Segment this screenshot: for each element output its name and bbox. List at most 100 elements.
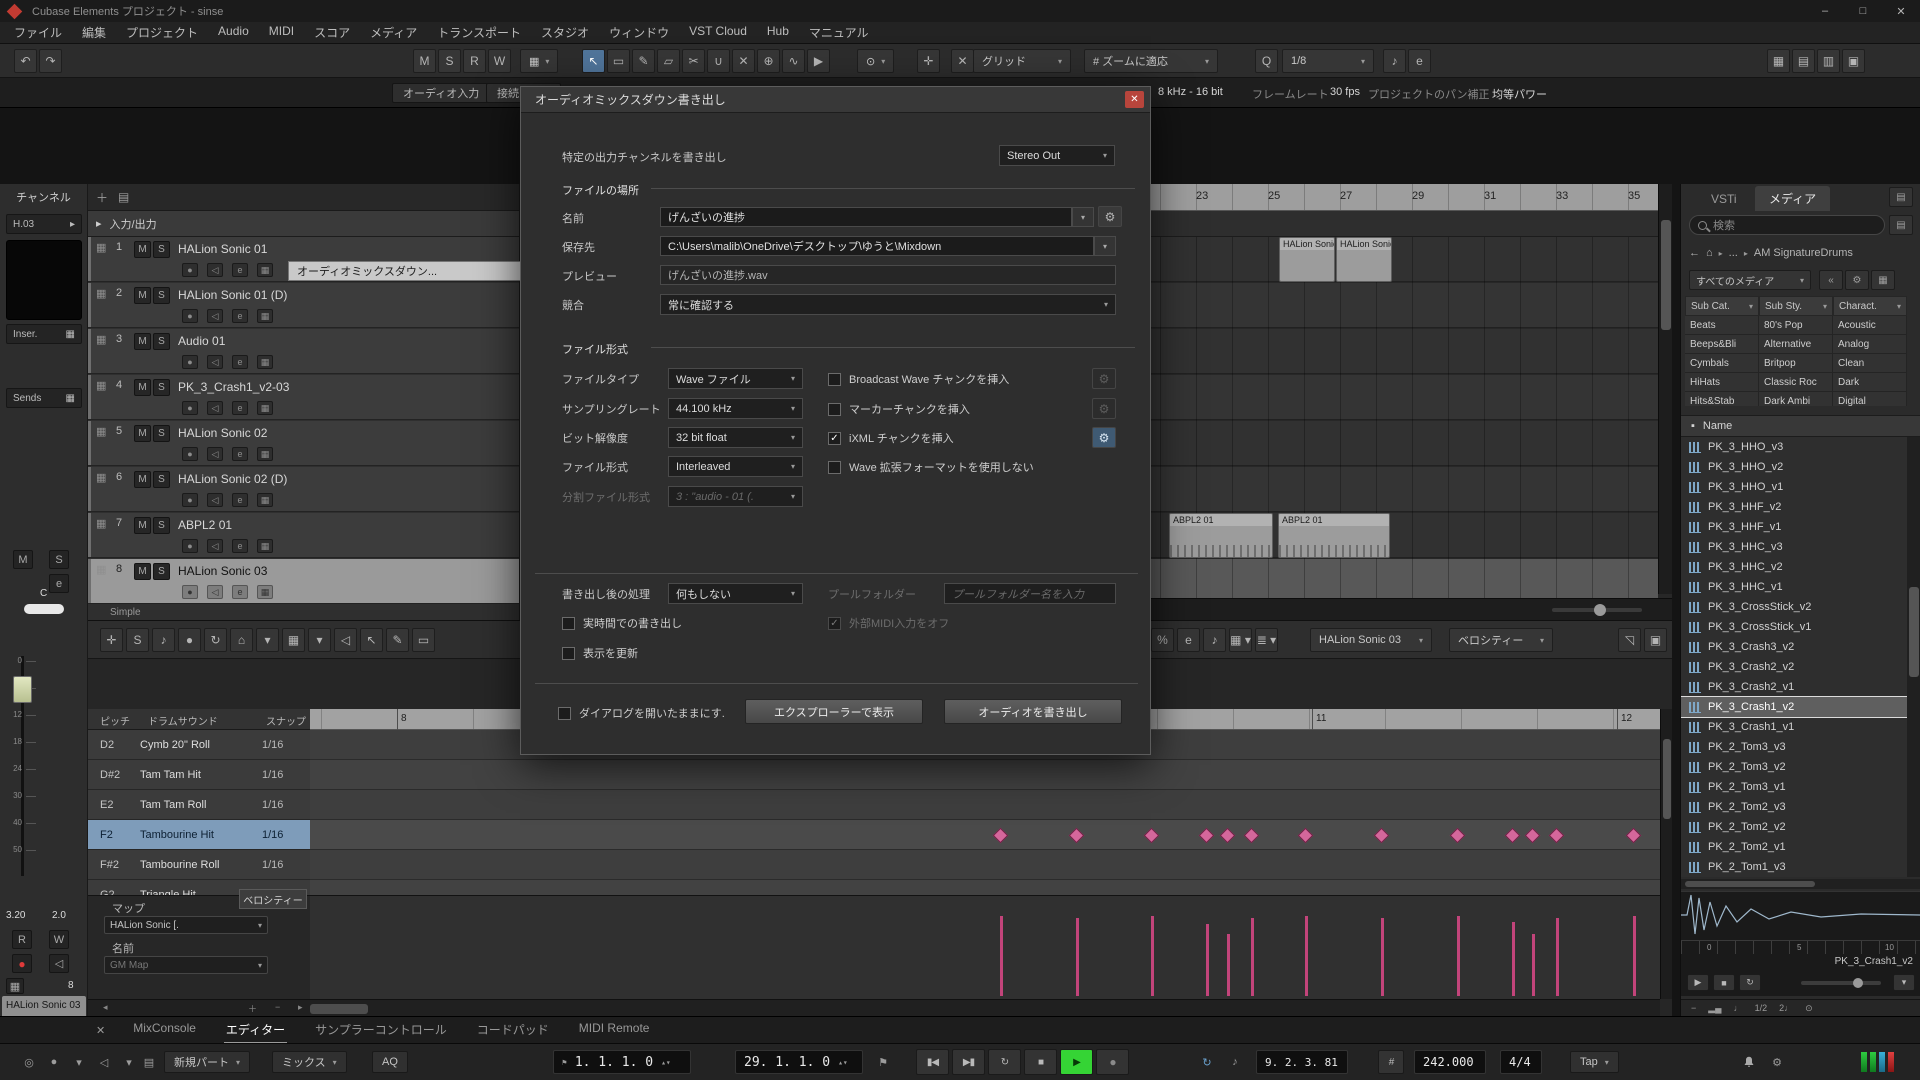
file-list-scrollbar[interactable] [1907,437,1920,877]
edit-channel-button[interactable]: e [232,493,248,507]
lanes-dropdown-icon[interactable]: ≣ ▾ [1255,628,1278,652]
menu-item-0[interactable]: ファイル [4,22,72,43]
velocity-bar[interactable] [1076,918,1079,996]
media-file-row[interactable]: PK_3_Crash3_v2 [1681,637,1907,657]
instrument-button[interactable]: ▦ [257,309,273,323]
window-layout-icon-3[interactable]: ▣ [1842,49,1865,73]
velocity-bar[interactable] [1151,916,1154,996]
monitor-button[interactable]: ◁ [207,447,223,461]
menu-item-4[interactable]: MIDI [259,22,304,43]
format-field-select-1[interactable]: 44.100 kHz▾ [668,398,803,419]
monitor-button[interactable]: ◁ [207,263,223,277]
transport-settings-gear-icon[interactable]: ⚙ [1766,1051,1788,1073]
media-file-row[interactable]: PK_2_Tom2_v3 [1681,797,1907,817]
object-select-tool[interactable]: ↖ [582,49,605,73]
menu-item-10[interactable]: VST Cloud [679,22,757,43]
path-history-dropdown[interactable]: ▾ [1094,236,1116,256]
goto-end-button[interactable]: ▶▮ [952,1049,985,1075]
channel-solo-button[interactable]: S [49,550,69,569]
monitor-icon[interactable]: ◁ [334,628,357,652]
quantize-q-icon[interactable]: Q [1255,49,1278,73]
edit-channel-button[interactable]: e [232,447,248,461]
record-mode-icon[interactable]: ● [43,1051,65,1073]
velocity-bar[interactable] [1633,916,1636,996]
lower-zone-tab-4[interactable]: MIDI Remote [577,1017,652,1044]
name-history-dropdown[interactable]: ▾ [1072,207,1094,227]
velocity-lane[interactable] [310,895,1660,999]
sends-button[interactable]: Sends▦ [6,388,82,408]
inserts-button[interactable]: Inser.▦ [6,324,82,344]
grid-type-icon[interactable]: ▦ [282,628,305,652]
window-layout-icon-0[interactable]: ▦ [1767,49,1790,73]
editor-lane-dropdown[interactable]: ベロシティー▾ [1449,628,1553,652]
menu-item-7[interactable]: トランスポート [427,22,531,43]
media-filter-icon-2[interactable]: ▦ [1871,270,1895,290]
track-mute-button[interactable]: M [134,563,151,580]
drum-sound-row[interactable]: F#2Tambourine Roll1/16 [88,850,310,880]
pan-slider[interactable] [24,604,64,614]
record-enable-button[interactable]: ● [182,539,198,553]
chunk-gear-icon-1[interactable]: ⚙ [1092,398,1116,419]
record-enable-button[interactable]: ● [182,401,198,415]
add-track-button[interactable]: ＋ [96,189,108,206]
attribute-value[interactable]: Dark [1833,373,1907,392]
zoom-in-icon[interactable]: ＋ [248,1002,257,1015]
lower-zone-tab-0[interactable]: MixConsole [131,1017,198,1044]
instrument-button[interactable]: ▦ [257,401,273,415]
arrange-vertical-scrollbar[interactable] [1658,184,1672,594]
attribute-column-header[interactable]: Sub Sty.▾ [1759,296,1833,316]
time-signature-display[interactable]: 4/4 [1500,1050,1542,1074]
tap-tempo-button[interactable]: Tap▾ [1570,1051,1619,1073]
name-options-gear-icon[interactable]: ⚙ [1098,206,1122,227]
format-field-select-2[interactable]: 32 bit float▾ [668,427,803,448]
track-row-8[interactable]: ▦ 8 M S HALion Sonic 03 ● ◁ e ▦ [88,559,519,604]
attribute-value[interactable]: Britpop [1759,354,1833,373]
record-enable-button[interactable]: ● [12,954,32,973]
channel-preset-button[interactable]: H.03▸ [6,214,82,234]
panel-tab-1[interactable]: メディア [1755,186,1830,211]
editor-vertical-scrollbar[interactable] [1660,709,1672,999]
track-mute-button[interactable]: M [134,241,151,258]
zoom-mode-dropdown[interactable]: # ズームに適応▾ [1084,49,1218,73]
velocity-bar[interactable] [1512,922,1515,996]
dialog-close-button[interactable]: ✕ [1125,91,1144,108]
object-select-tool[interactable]: ↖ [360,628,383,652]
acoustic-feedback-button[interactable]: ♪ [152,628,175,652]
velocity-bar[interactable] [1457,916,1460,996]
dialog-titlebar[interactable]: オーディオミックスダウン書き出し ✕ [521,87,1150,113]
chunk-checkbox-0[interactable]: Broadcast Wave チャンクを挿入 [828,371,1009,387]
media-file-row[interactable]: PK_2_Tom2_v2 [1681,817,1907,837]
back-icon[interactable]: ← [1689,247,1700,259]
panel-tab-0[interactable]: VSTi [1697,186,1751,211]
record-enable-button[interactable]: ● [182,585,198,599]
chunk-gear-icon-2[interactable]: ⚙ [1092,427,1116,448]
drum-grid-row[interactable] [310,760,1660,790]
home-icon[interactable]: ⌂ [230,628,253,652]
media-file-row[interactable]: PK_3_CrossStick_v2 [1681,597,1907,617]
home-icon[interactable]: ⌂ [1706,247,1713,259]
instrument-button[interactable]: ▦ [257,539,273,553]
export-audio-button[interactable]: オーディオを書き出し [944,699,1122,724]
preview-options-icon[interactable]: ▾ [1893,974,1915,991]
monitor-button[interactable]: ◁ [207,539,223,553]
velocity-bar[interactable] [1227,934,1230,996]
attribute-value[interactable]: Alternative [1759,335,1833,354]
edit-channel-button[interactable]: e [232,263,248,277]
tempo-display[interactable]: 242.000 [1414,1050,1486,1074]
track-mute-button[interactable]: M [134,471,151,488]
track-mute-button[interactable]: M [134,379,151,396]
media-file-row[interactable]: PK_2_Tom3_v2 [1681,757,1907,777]
quantize-icon-1[interactable]: e [1408,49,1431,73]
track-mute-button[interactable]: M [134,517,151,534]
media-file-row[interactable]: PK_3_CrossStick_v1 [1681,617,1907,637]
update-display-checkbox[interactable]: 表示を更新 [562,645,638,661]
menu-item-1[interactable]: 編集 [72,22,116,43]
snap-type-icon[interactable]: ✕ [951,49,974,73]
media-file-row[interactable]: PK_3_HHC_v2 [1681,557,1907,577]
attribute-value[interactable]: Classic Roc [1759,373,1833,392]
layout-icon[interactable]: ▣ [1644,628,1667,652]
auto-s-button[interactable]: S [438,49,461,73]
erase-tool[interactable]: ▱ [657,49,680,73]
media-file-row[interactable]: PK_2_Tom2_v1 [1681,837,1907,857]
preview-stop-button[interactable]: ■ [1713,974,1735,991]
